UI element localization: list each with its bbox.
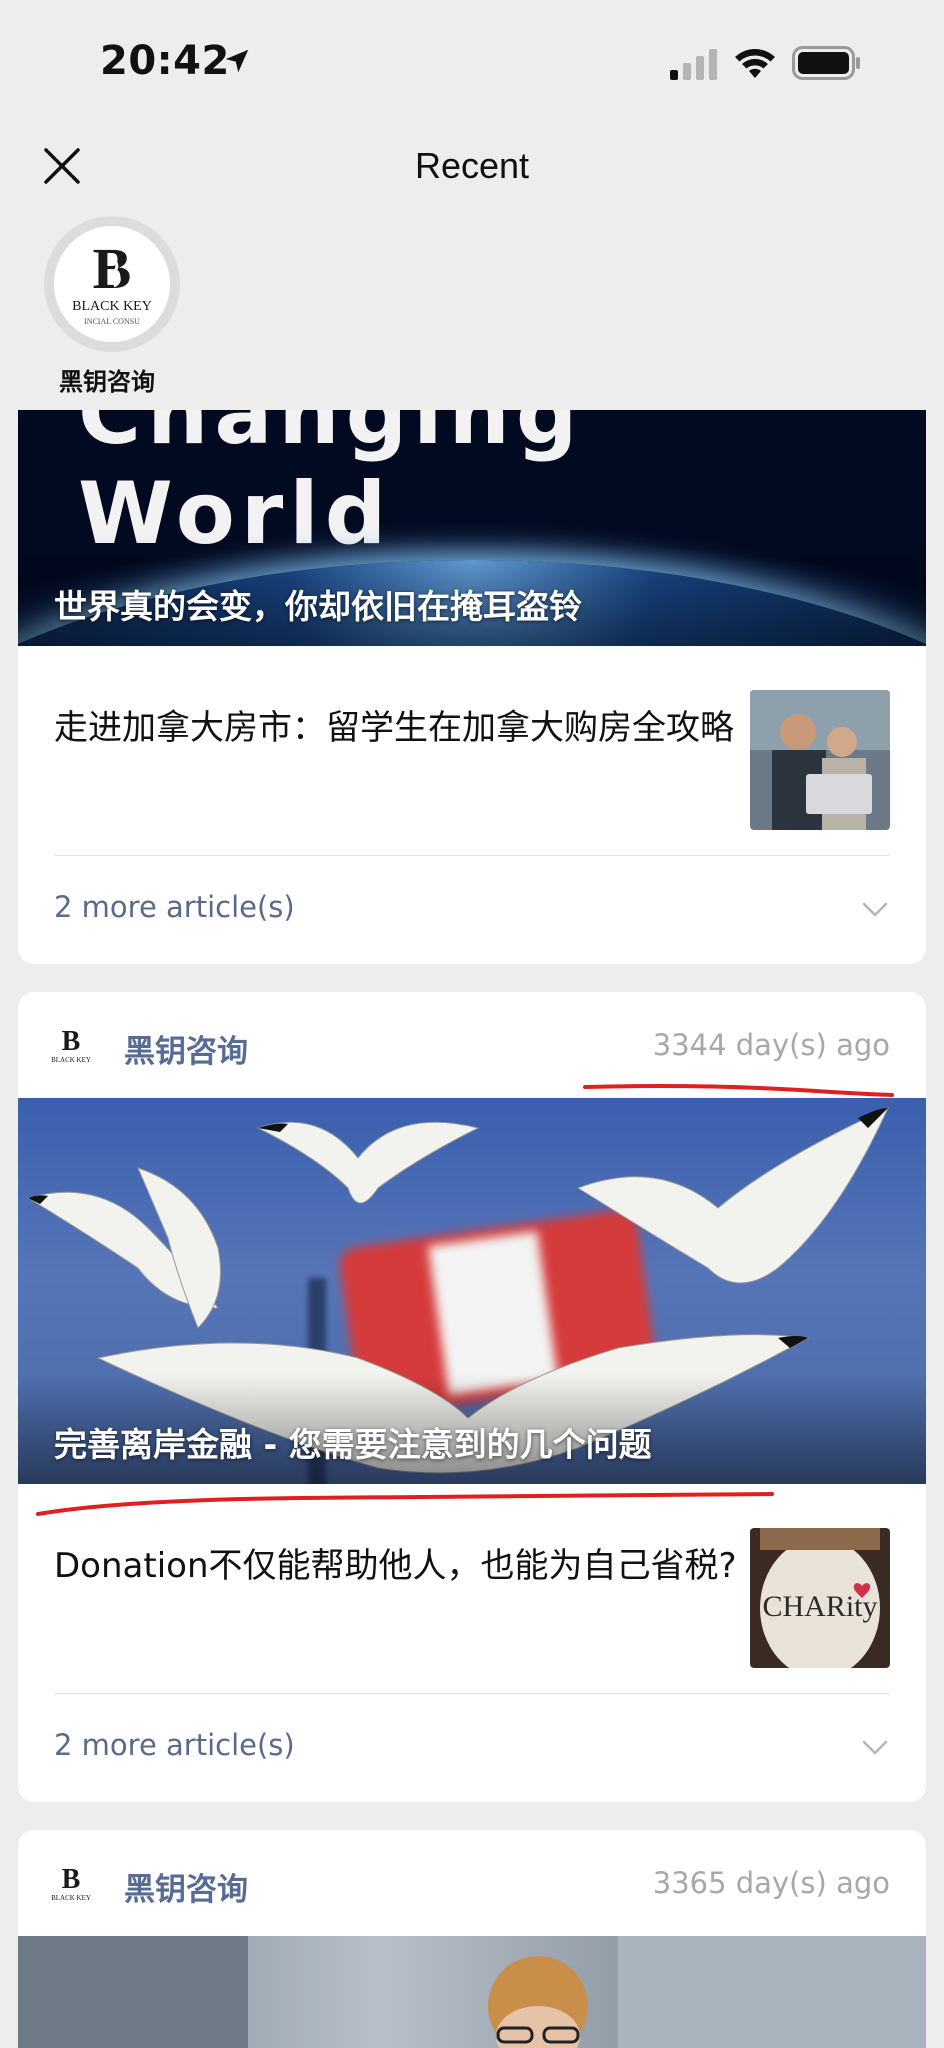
hero-caption: 世界真的会变，你却依旧在掩耳盗铃 [54, 587, 582, 626]
article-title: 走进加拿大房市：留学生在加拿大购房全攻略 [54, 708, 734, 748]
account-name[interactable]: 黑钥咨询 [124, 1864, 248, 1909]
chevron-down-icon[interactable] [860, 894, 890, 924]
more-articles-label: 2 more article(s) [54, 1728, 295, 1762]
hero-caption: 完善离岸金融 - 您需要注意到的几个问题 [54, 1425, 652, 1464]
status-time: 20:42 [100, 38, 230, 84]
chevron-down-icon[interactable] [860, 1732, 890, 1762]
status-bar: 20:42 [0, 0, 944, 128]
card-header[interactable]: B BLACK KEY 黑钥咨询 3344 day(s) ago [18, 992, 926, 1098]
svg-text:BLACK KEY: BLACK KEY [51, 1056, 91, 1064]
black-key-logo: B BLACK KEY [44, 1020, 98, 1074]
svg-text:B: B [62, 1864, 81, 1895]
hero-article[interactable]: Changing World 世界真的会变，你却依旧在掩耳盗铃 [18, 410, 926, 646]
card-header[interactable]: B BLACK KEY 黑钥咨询 3365 day(s) ago [18, 1830, 926, 1936]
svg-text:B: B [62, 1026, 81, 1057]
logo-text: BLACK KEY [72, 299, 152, 314]
street-photo-image [18, 1936, 926, 2048]
page-title: Recent [414, 145, 530, 186]
more-articles-label: 2 more article(s) [54, 890, 295, 924]
article-group-card: Changing World 世界真的会变，你却依旧在掩耳盗铃 走进加拿大房市：… [18, 410, 926, 964]
more-articles-row[interactable]: 2 more article(s) [18, 1694, 926, 1800]
account-name[interactable]: 黑钥咨询 [34, 362, 180, 397]
article-title: Donation不仅能帮助他人，也能为自己省税? [54, 1546, 737, 1586]
black-key-logo: B BLACK KEY INCIAL CONSU [54, 226, 170, 342]
wifi-icon [735, 49, 775, 78]
avatar[interactable]: B BLACK KEY INCIAL CONSU [44, 216, 180, 352]
svg-text:BLACK KEY: BLACK KEY [51, 1894, 91, 1902]
battery-icon [792, 46, 860, 80]
article-group-card: B BLACK KEY 黑钥咨询 3344 day(s) ago 完善离岸金融 … [18, 992, 926, 1802]
account-name[interactable]: 黑钥咨询 [124, 1026, 248, 1071]
account-bubble[interactable]: B BLACK KEY INCIAL CONSU 黑钥咨询 [44, 216, 180, 397]
list-item[interactable]: 走进加拿大房市：留学生在加拿大购房全攻略 [18, 646, 926, 856]
hero-article[interactable] [18, 1936, 926, 2048]
more-articles-row[interactable]: 2 more article(s) [18, 856, 926, 962]
hero-article[interactable]: 完善离岸金融 - 您需要注意到的几个问题 [18, 1098, 926, 1484]
article-thumbnail: CHARity [750, 1528, 890, 1668]
list-item[interactable]: Donation不仅能帮助他人，也能为自己省税? CHARity [18, 1484, 926, 1694]
article-thumbnail [750, 690, 890, 830]
timestamp: 3365 day(s) ago [652, 1866, 890, 1900]
cellular-signal-icon [670, 49, 717, 80]
timestamp: 3344 day(s) ago [652, 1028, 890, 1062]
svg-text:B: B [93, 236, 132, 301]
location-arrow-icon [225, 49, 249, 73]
logo-subtext: INCIAL CONSU [84, 317, 140, 326]
article-group-card: B BLACK KEY 黑钥咨询 3365 day(s) ago [18, 1830, 926, 2048]
black-key-logo: B BLACK KEY [44, 1858, 98, 1912]
